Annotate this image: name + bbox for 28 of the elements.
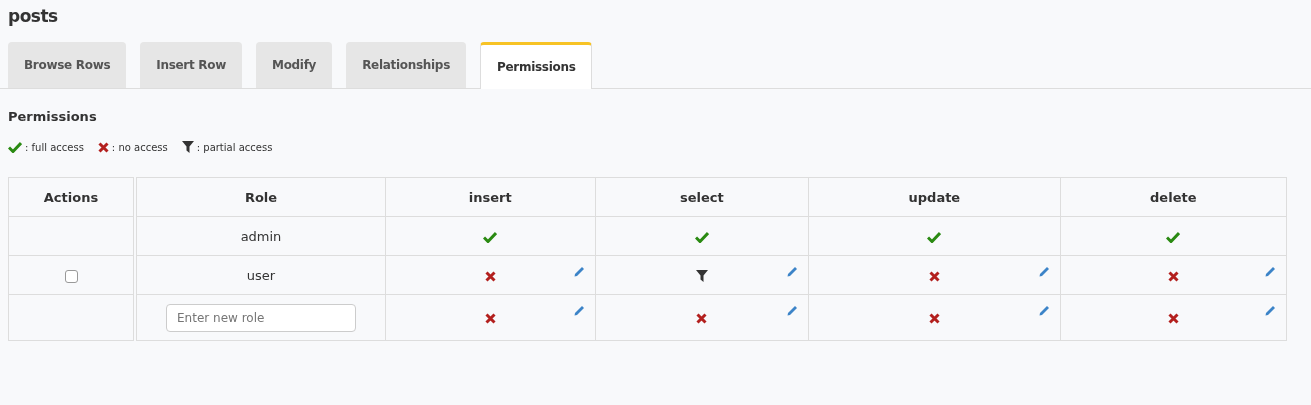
tab[interactable]: Modify	[256, 42, 333, 88]
role-name: user	[246, 267, 276, 283]
edit-icon[interactable]	[787, 266, 799, 277]
edit-icon[interactable]	[573, 305, 585, 316]
new-role-field[interactable]: Enter new role	[166, 303, 356, 332]
edit-icon[interactable]	[1038, 305, 1050, 316]
edit-icon[interactable]	[1038, 266, 1050, 277]
column-header: insert	[385, 177, 596, 217]
section-title: Permissions	[7, 108, 98, 126]
column-header: update	[808, 177, 1061, 217]
tab[interactable]: Browse Rows	[8, 42, 127, 88]
column-header: Actions	[8, 177, 135, 217]
edit-icon[interactable]	[787, 305, 799, 316]
legend-label: : no access	[111, 141, 168, 153]
edit-icon[interactable]	[1265, 266, 1276, 277]
column-header: Role	[135, 177, 386, 217]
tab[interactable]: Permissions	[480, 42, 593, 89]
edit-icon[interactable]	[1265, 305, 1276, 316]
tab[interactable]: Relationships	[346, 42, 466, 88]
table-title: posts	[7, 5, 59, 28]
column-header: delete	[1060, 177, 1287, 217]
row-checkbox[interactable]	[64, 269, 78, 283]
legend-label: : full access	[25, 141, 84, 153]
legend-label: : partial access	[196, 141, 273, 153]
tab[interactable]: Insert Row	[140, 42, 242, 88]
role-name: admin	[240, 228, 282, 244]
edit-icon[interactable]	[573, 266, 585, 277]
column-header: select	[595, 177, 809, 217]
